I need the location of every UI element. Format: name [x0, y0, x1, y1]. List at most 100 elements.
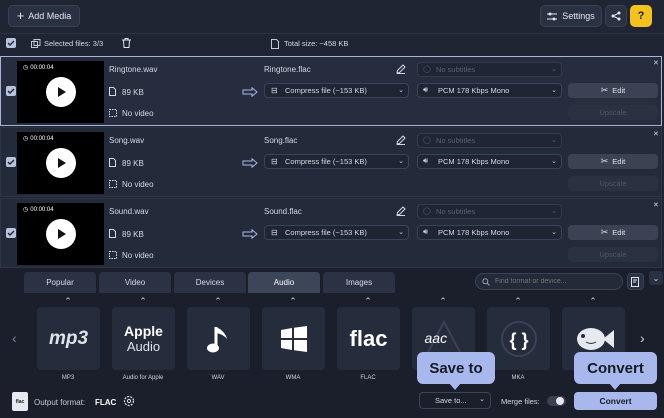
- add-media-button[interactable]: + Add Media: [8, 5, 80, 27]
- play-button[interactable]: [46, 219, 76, 249]
- scissors-icon: ✂: [600, 227, 609, 237]
- audio-settings-dropdown[interactable]: 🔊︎ PCM 178 Kbps Mono ⌄: [417, 83, 562, 98]
- audio-settings-dropdown[interactable]: 🔊︎ PCM 178 Kbps Mono ⌄: [417, 154, 562, 169]
- compress-dropdown[interactable]: ⊟ Compress file (~153 KB) ⌄: [264, 154, 409, 169]
- upscale-label: Upscale: [599, 250, 627, 259]
- chevron-up-icon[interactable]: ⌃: [212, 296, 224, 307]
- duration: ◷ 00:00:04: [23, 206, 54, 214]
- chevron-up-icon[interactable]: ⌃: [587, 296, 599, 307]
- close-icon[interactable]: ✕: [653, 131, 659, 138]
- edit-button[interactable]: ✂ Edit: [568, 154, 658, 169]
- file-row[interactable]: ◷ 00:00:04 Song.wav 89 KB No video Song.f…: [0, 127, 662, 197]
- selection-bar: Selected files: 3/3 Total size: ~458 KB: [0, 33, 664, 53]
- tab-audio[interactable]: Audio: [248, 272, 320, 293]
- file-row[interactable]: ◷ 00:00:04 Sound.wav 89 KB No video Sound…: [0, 198, 662, 268]
- video-thumbnail[interactable]: ◷ 00:00:04: [17, 203, 104, 265]
- video-thumbnail[interactable]: ◷ 00:00:04: [17, 132, 104, 194]
- format-card-1[interactable]: Apple Audio: [112, 307, 175, 370]
- upscale-button[interactable]: Upscale: [568, 247, 658, 262]
- format-search-input[interactable]: [495, 278, 620, 285]
- format-label: WAV: [211, 375, 225, 381]
- format-manager-button[interactable]: [627, 273, 644, 290]
- plus-icon: +: [16, 8, 25, 23]
- format-card-3[interactable]: [262, 307, 325, 370]
- trash-icon[interactable]: [122, 38, 131, 48]
- chevron-up-icon[interactable]: ⌃: [287, 296, 299, 307]
- chevron-up-icon[interactable]: ⌃: [62, 296, 74, 307]
- convert-callout-text: Convert: [587, 359, 644, 377]
- pencil-icon[interactable]: [396, 135, 406, 145]
- save-to-label: Save to...: [435, 396, 467, 405]
- compress-icon: ⊟: [271, 86, 278, 95]
- compress-dropdown[interactable]: ⊟ Compress file (~153 KB) ⌄: [264, 225, 409, 240]
- save-to-dropdown[interactable]: Save to... ⌄: [419, 392, 491, 409]
- select-all-checkbox[interactable]: [6, 38, 16, 48]
- collapse-panel-button[interactable]: ⌄: [649, 271, 663, 285]
- subtitles-value: No subtitles: [436, 136, 476, 145]
- subtitles-dropdown[interactable]: ◯ No subtitles ⌄: [417, 204, 562, 219]
- compress-dropdown[interactable]: ⊟ Compress file (~153 KB) ⌄: [264, 83, 409, 98]
- tab-devices[interactable]: Devices: [174, 272, 246, 293]
- pencil-icon[interactable]: [396, 64, 406, 74]
- video-thumbnail[interactable]: ◷ 00:00:04: [17, 61, 104, 123]
- file-checkbox[interactable]: [6, 86, 16, 96]
- close-icon[interactable]: ✕: [653, 60, 659, 67]
- convert-callout-pointer: [609, 383, 621, 390]
- scroll-left-arrow[interactable]: ‹: [12, 330, 17, 346]
- duration: ◷ 00:00:04: [23, 64, 54, 72]
- edit-button[interactable]: ✂ Edit: [568, 225, 658, 240]
- settings-button[interactable]: Settings: [540, 5, 602, 27]
- app-window: + Add Media Settings ? Selected files: 3…: [0, 0, 664, 418]
- share-button[interactable]: [605, 5, 627, 27]
- format-card-2[interactable]: [187, 307, 250, 370]
- format-card-4[interactable]: flac: [337, 307, 400, 370]
- convert-arrow-icon: [242, 158, 258, 168]
- ogg-fish-icon: [576, 327, 614, 350]
- checkmark-icon: [7, 230, 15, 236]
- subtitles-dropdown[interactable]: ◯ No subtitles ⌄: [417, 62, 562, 77]
- format-card-6[interactable]: { }: [487, 307, 550, 370]
- format-search-field[interactable]: [475, 273, 623, 290]
- output-file-name: Sound.flac: [264, 207, 302, 216]
- format-card-0[interactable]: mp3: [37, 307, 100, 370]
- chevron-down-icon: ⌄: [398, 158, 404, 165]
- chevron-up-icon[interactable]: ⌃: [512, 296, 524, 307]
- play-icon: [57, 158, 66, 168]
- merge-files-toggle[interactable]: [547, 396, 566, 406]
- upscale-label: Upscale: [599, 108, 627, 117]
- subtitles-dropdown[interactable]: ◯ No subtitles ⌄: [417, 133, 562, 148]
- chevron-up-icon[interactable]: ⌃: [137, 296, 149, 307]
- scroll-right-arrow[interactable]: ›: [640, 330, 645, 346]
- tab-popular[interactable]: Popular: [24, 272, 96, 293]
- scissors-icon: ✂: [600, 85, 609, 95]
- play-button[interactable]: [46, 77, 76, 107]
- play-button[interactable]: [46, 148, 76, 178]
- source-file-size: 89 KB: [122, 159, 144, 168]
- audio-settings-dropdown[interactable]: 🔊︎ PCM 178 Kbps Mono ⌄: [417, 225, 562, 240]
- upscale-label: Upscale: [599, 179, 627, 188]
- search-icon: [482, 277, 490, 286]
- tab-video[interactable]: Video: [99, 272, 171, 293]
- duration-text: 00:00:04: [30, 135, 54, 142]
- upscale-button[interactable]: Upscale: [568, 105, 658, 120]
- close-icon[interactable]: ✕: [653, 202, 659, 209]
- edit-label: Edit: [612, 228, 626, 237]
- file-checkbox[interactable]: [6, 228, 16, 238]
- gear-icon[interactable]: [123, 395, 135, 407]
- pencil-icon[interactable]: [396, 206, 406, 216]
- convert-arrow-icon: [242, 87, 258, 97]
- convert-button[interactable]: Convert: [574, 392, 657, 410]
- save-to-callout-text: Save to: [429, 359, 483, 377]
- edit-button[interactable]: ✂ Edit: [568, 83, 658, 98]
- speech-bubble-icon: ◯: [423, 208, 431, 215]
- upscale-button[interactable]: Upscale: [568, 176, 658, 191]
- subtitles-value: No subtitles: [436, 65, 476, 74]
- file-checkbox[interactable]: [6, 157, 16, 167]
- chevron-up-icon[interactable]: ⌃: [362, 296, 374, 307]
- video-track-status: No video: [122, 251, 154, 260]
- help-button[interactable]: ?: [630, 5, 652, 27]
- tab-images[interactable]: Images: [323, 272, 395, 293]
- file-row[interactable]: ◷ 00:00:04 Ringtone.wav 89 KB No video Ri…: [0, 56, 662, 126]
- chevron-up-icon[interactable]: ⌃: [437, 296, 449, 307]
- tab-label: Audio: [273, 278, 295, 287]
